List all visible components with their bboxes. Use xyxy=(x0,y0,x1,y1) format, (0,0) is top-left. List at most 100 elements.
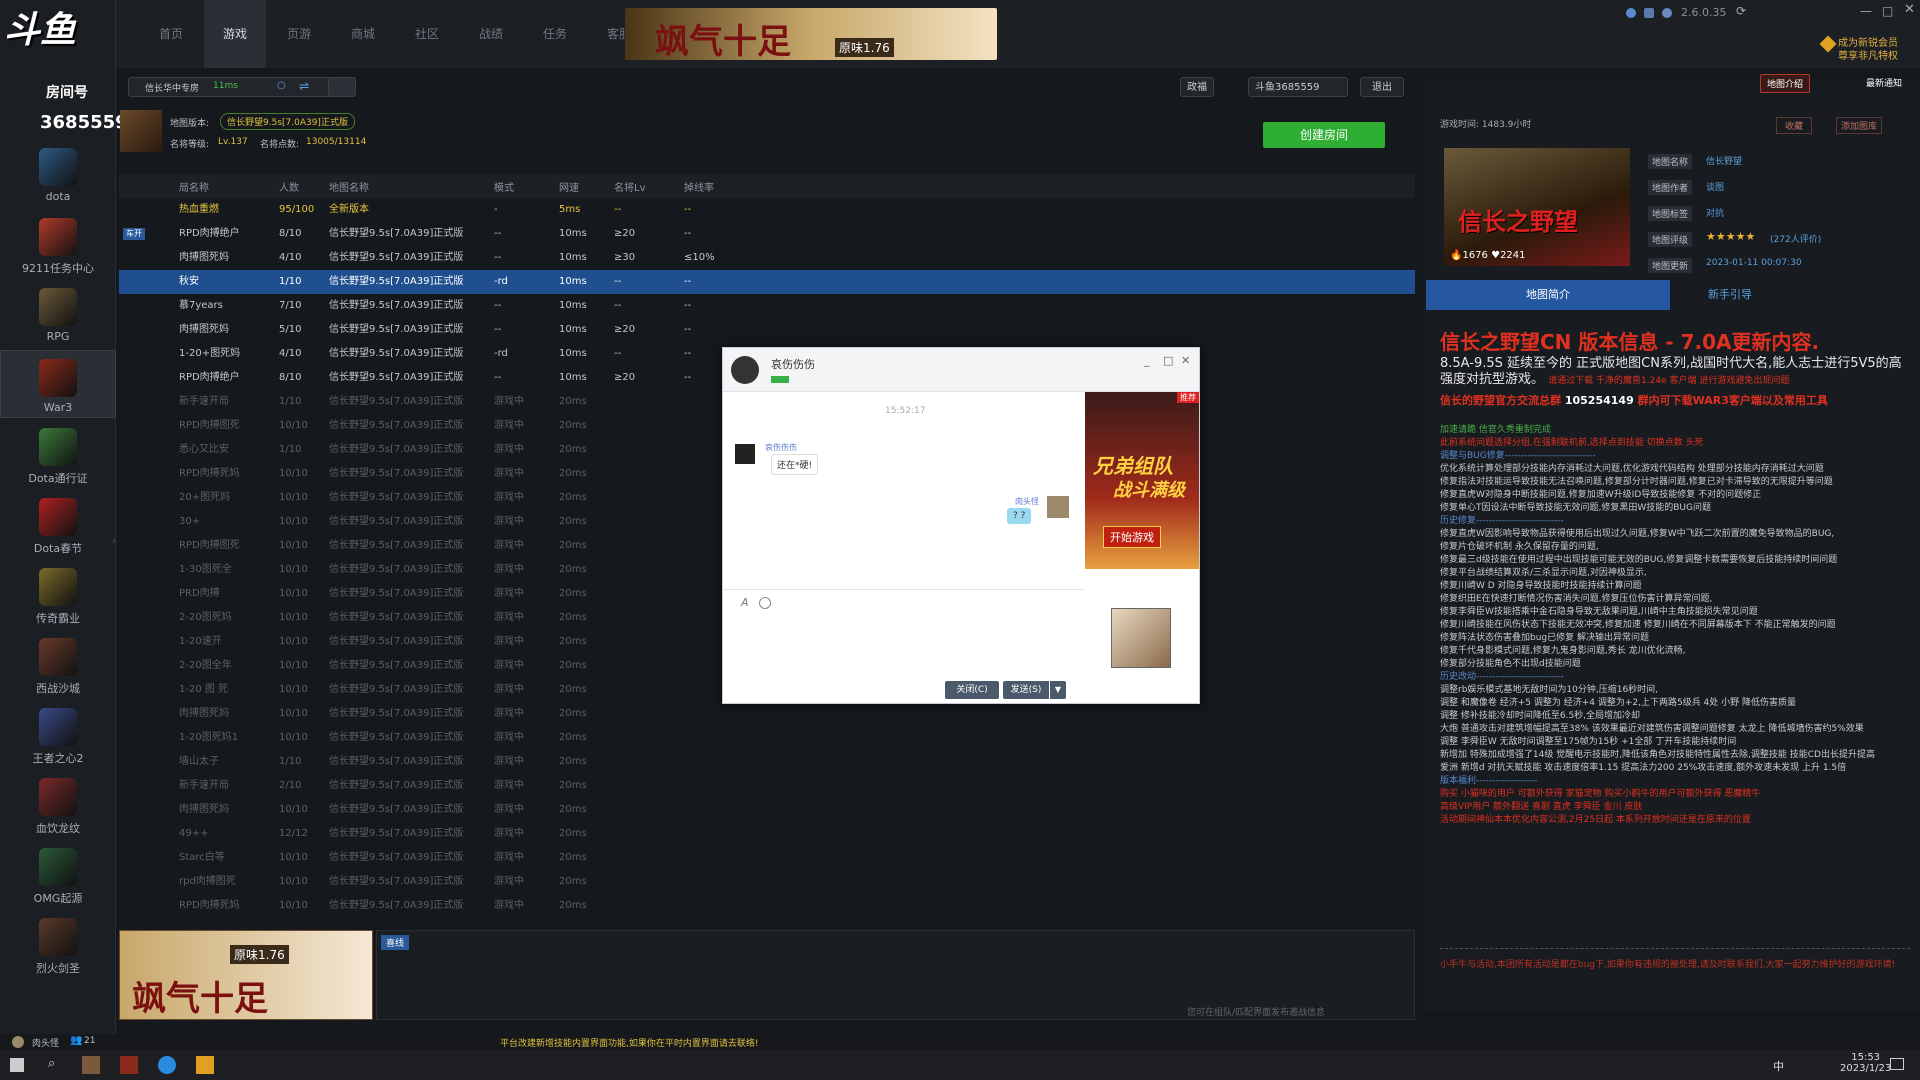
maximize-button[interactable]: □ xyxy=(1882,4,1893,18)
sidebar-item-0[interactable]: dota xyxy=(0,140,116,208)
top-banner-ad[interactable]: 飒气十足 原味1.76 xyxy=(625,8,997,62)
table-row[interactable]: RPD肉搏绝户 8/10 信长野望9.5s[7.0A39]正式版 -- 10ms ≥20 -… xyxy=(119,222,1415,246)
notification-icon[interactable] xyxy=(1890,1058,1904,1070)
column-header[interactable]: 人数 xyxy=(279,179,299,194)
table-row[interactable]: 1-20图死妈1 10/10 信长野望9.5s[7.0A39]正式版 游戏中 20ms xyxy=(119,726,1415,750)
maximize-chat-button[interactable]: □ xyxy=(1163,354,1173,367)
message-input[interactable] xyxy=(727,614,1083,674)
server-select[interactable]: 信长华中专房 11ms ○ ⇌ xyxy=(128,77,356,97)
search-icon[interactable]: ⌕ xyxy=(48,1056,55,1071)
refresh-icon[interactable]: ⟳ xyxy=(1736,4,1746,18)
vip-text-2[interactable]: 尊享非凡特权 xyxy=(1838,47,1898,62)
swap-icon[interactable]: ⇌ xyxy=(299,79,309,93)
send-options-chevron-down-icon[interactable]: ▼ xyxy=(1050,681,1066,699)
table-row[interactable]: Starc白等 10/10 信长野望9.5s[7.0A39]正式版 游戏中 20ms xyxy=(119,846,1415,870)
column-header[interactable]: 网速 xyxy=(559,179,579,194)
ime-indicator[interactable]: 中 xyxy=(1773,1058,1784,1074)
table-row[interactable]: 热血重燃 95/100 全新版本 - 5ms -- -- xyxy=(119,198,1415,222)
column-header[interactable]: 模式 xyxy=(494,179,514,194)
table-cell: 信长野望9.5s[7.0A39]正式版 xyxy=(329,276,464,287)
tab-beginner-guide[interactable]: 新手引导 xyxy=(1670,280,1790,310)
bottom-banner-ad[interactable]: 飒气十足 原味1.76 xyxy=(119,930,373,1020)
sidebar-item-4[interactable]: Dota通行证 xyxy=(0,420,116,488)
vip-icon xyxy=(1819,35,1837,53)
sidebar-item-1[interactable]: 9211任务中心 xyxy=(0,210,116,278)
table-row[interactable]: rpd肉搏图死 10/10 信长野望9.5s[7.0A39]正式版 游戏中 20ms xyxy=(119,870,1415,894)
close-chat-button[interactable]: ✕ xyxy=(1181,354,1190,367)
sidebar-item-2[interactable]: RPG xyxy=(0,280,116,348)
table-row[interactable]: 慕7years 7/10 信长野望9.5s[7.0A39]正式版 -- 10ms -- -- xyxy=(119,294,1415,318)
favorite-button[interactable]: 收藏 xyxy=(1776,117,1813,134)
map-intro-button[interactable]: 地图介绍 xyxy=(1760,74,1811,93)
tab-4[interactable]: 社区 xyxy=(396,0,458,68)
table-cell: 10ms xyxy=(559,228,587,239)
column-header[interactable]: 掉线率 xyxy=(684,179,714,194)
minimize-button[interactable]: — xyxy=(1860,4,1872,18)
chat-area[interactable]: 喜线 您可在组队/匹配界面发布邀战信息 xyxy=(376,930,1415,1020)
table-row[interactable]: 墙山太子 1/10 信长野望9.5s[7.0A39]正式版 游戏中 20ms xyxy=(119,750,1415,774)
intro-note-line: 新增加 特殊加成增强了14级 觉醒电示技能时,降低该角色对技能特性属性去除,调整… xyxy=(1440,750,1875,760)
sidebar-item-9[interactable]: 血饮龙纹 xyxy=(0,770,116,838)
sidebar-item-8[interactable]: 王者之心2 xyxy=(0,700,116,768)
chat-ad[interactable]: 推荐 兄弟组队 战斗满级 开始游戏 xyxy=(1085,392,1199,569)
table-row[interactable]: 肉搏图死妈 10/10 信长野望9.5s[7.0A39]正式版 游戏中 20ms xyxy=(119,702,1415,726)
sidebar-item-5[interactable]: Dota春节 xyxy=(0,490,116,558)
browser-icon[interactable] xyxy=(158,1056,176,1074)
sidebar-item-label: 传奇霸业 xyxy=(36,612,80,625)
add-map-button[interactable]: 添加图库 xyxy=(1836,117,1883,134)
gift-icon[interactable] xyxy=(1644,8,1654,18)
globe-button[interactable] xyxy=(328,77,356,97)
chat-tab[interactable]: 喜线 xyxy=(381,935,410,950)
intro-note-line: 修复单心T因设法中断导致技能无效问题,修复黑田W技能的BUG问题 xyxy=(1440,503,1711,513)
column-header[interactable]: 名将Lv xyxy=(614,179,646,194)
sidebar-item-6[interactable]: 传奇霸业 xyxy=(0,560,116,628)
shield-icon[interactable] xyxy=(1662,8,1672,18)
ad-play-button[interactable]: 开始游戏 xyxy=(1103,526,1161,548)
table-row[interactable]: 肉搏图死妈 10/10 信长野望9.5s[7.0A39]正式版 游戏中 20ms xyxy=(119,798,1415,822)
sidebar-item-11[interactable]: 烈火剑圣 xyxy=(0,910,116,978)
tab-1[interactable]: 游戏 xyxy=(204,0,266,68)
level-badge xyxy=(771,376,789,383)
tab-5[interactable]: 战绩 xyxy=(460,0,522,68)
user-button[interactable]: 斗鱼3685559 xyxy=(1248,77,1348,97)
minimize-chat-button[interactable]: _ xyxy=(1144,354,1150,367)
tab-2[interactable]: 页游 xyxy=(268,0,330,68)
table-row[interactable]: 秋安 1/10 信长野望9.5s[7.0A39]正式版 -rd 10ms -- -- xyxy=(119,270,1415,294)
table-row[interactable]: 49++ 12/12 信长野望9.5s[7.0A39]正式版 游戏中 20ms xyxy=(119,822,1415,846)
sidebar-item-3[interactable]: War3 xyxy=(0,350,116,418)
table-row[interactable]: 肉搏图死妈 4/10 信长野望9.5s[7.0A39]正式版 -- 10ms ≥30 ≤10… xyxy=(119,246,1415,270)
war3-taskbar-icon[interactable] xyxy=(120,1056,138,1074)
chat-send-button[interactable]: 发送(S) xyxy=(1003,681,1049,699)
table-cell: -- xyxy=(614,204,622,215)
table-row[interactable]: 肉搏图死妈 5/10 信长野望9.5s[7.0A39]正式版 -- 10ms ≥20 -- xyxy=(119,318,1415,342)
app-icon-1[interactable] xyxy=(82,1056,100,1074)
table-row[interactable]: 新手速开局 2/10 信长野望9.5s[7.0A39]正式版 游戏中 20ms xyxy=(119,774,1415,798)
sidebar-item-7[interactable]: 西战沙城 xyxy=(0,630,116,698)
column-header[interactable]: 局名称 xyxy=(179,179,209,194)
refresh-server-icon[interactable]: ○ xyxy=(277,80,286,91)
tab-6[interactable]: 任务 xyxy=(524,0,586,68)
bag-button[interactable]: 政福 xyxy=(1180,77,1214,97)
tab-0[interactable]: 首页 xyxy=(140,0,202,68)
font-icon[interactable]: A xyxy=(741,596,749,609)
close-button[interactable]: ✕ xyxy=(1904,2,1915,17)
clock[interactable]: 15:53 2023/1/23 xyxy=(1840,1052,1891,1074)
emoji-icon[interactable] xyxy=(759,597,771,609)
windows-start-icon[interactable] xyxy=(10,1058,24,1072)
tab-3[interactable]: 商城 xyxy=(332,0,394,68)
folder-icon[interactable] xyxy=(196,1056,214,1074)
map-version-select[interactable]: 信长野望9.5s[7.0A39]正式版 xyxy=(220,113,355,130)
user-avatar-icon[interactable] xyxy=(12,1036,24,1048)
latest-notice-button[interactable]: 最新通知 xyxy=(1860,74,1908,91)
create-room-button[interactable]: 创建房间 xyxy=(1263,122,1385,148)
friends-icon[interactable]: 👥 xyxy=(70,1035,82,1046)
tab-map-intro[interactable]: 地图简介 xyxy=(1426,280,1670,310)
row-tag: 车开 xyxy=(123,228,145,240)
bag-label: 政福 xyxy=(1187,82,1207,93)
column-header[interactable]: 地图名称 xyxy=(329,179,369,194)
chat-close-button[interactable]: 关闭(C) xyxy=(945,681,999,699)
sidebar-item-10[interactable]: OMG起源 xyxy=(0,840,116,908)
sync-icon[interactable] xyxy=(1626,8,1636,18)
table-row[interactable]: RPD肉搏死妈 10/10 信长野望9.5s[7.0A39]正式版 游戏中 20ms xyxy=(119,894,1415,918)
logout-button[interactable]: 退出 xyxy=(1360,77,1404,97)
